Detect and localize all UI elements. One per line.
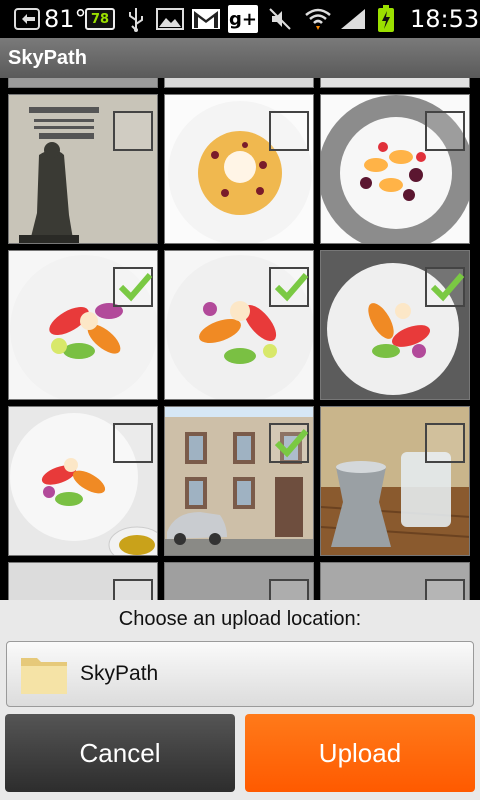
status-bar: 81° 78 g+ 18:53	[0, 0, 480, 38]
folder-icon	[19, 652, 69, 700]
select-checkbox[interactable]	[113, 423, 153, 463]
photo-tile-salad[interactable]	[164, 250, 314, 400]
photo-tile-salad[interactable]	[8, 250, 158, 400]
select-checkbox[interactable]	[425, 579, 465, 600]
google-plus-icon: g+	[228, 0, 258, 38]
upload-location-label: SkyPath	[80, 662, 159, 685]
cancel-button[interactable]: Cancel	[5, 714, 235, 792]
mute-icon	[268, 0, 292, 38]
photo-tile-partial[interactable]	[8, 562, 158, 600]
select-checkbox[interactable]	[113, 579, 153, 600]
title-bar: SkyPath	[0, 38, 480, 79]
select-checkbox[interactable]	[113, 111, 153, 151]
select-checkbox[interactable]	[269, 111, 309, 151]
select-checkbox-checked[interactable]	[269, 423, 309, 463]
clock-text: 18:53	[410, 5, 480, 33]
select-checkbox-checked[interactable]	[425, 267, 465, 307]
photo-tile-salad-oil[interactable]	[8, 406, 158, 556]
select-checkbox[interactable]	[269, 579, 309, 600]
signal-icon	[339, 0, 367, 38]
photo-tile-partial[interactable]	[8, 78, 158, 88]
select-checkbox-checked[interactable]	[113, 267, 153, 307]
battery-badge-text: 78	[90, 11, 110, 27]
upload-button[interactable]: Upload	[245, 714, 475, 792]
notification-icon	[14, 0, 40, 38]
select-checkbox[interactable]	[425, 111, 465, 151]
photo-tile-salad[interactable]	[320, 250, 470, 400]
gallery-icon	[156, 0, 184, 38]
upload-location-prompt: Choose an upload location:	[118, 608, 362, 630]
photo-tile-fruit-plate[interactable]	[320, 94, 470, 244]
photo-tile-building[interactable]	[164, 406, 314, 556]
wifi-icon	[304, 0, 332, 38]
battery-badge-icon: 78	[85, 0, 115, 38]
upload-panel: Choose an upload location: SkyPath Cance…	[0, 600, 480, 800]
temperature-text: 81°	[44, 5, 87, 33]
upload-location-selector[interactable]: SkyPath	[6, 641, 474, 707]
select-checkbox[interactable]	[425, 423, 465, 463]
gmail-icon	[191, 0, 221, 38]
photo-tile-partial[interactable]	[320, 78, 470, 88]
app-title: SkyPath	[8, 47, 87, 69]
photo-tile-partial[interactable]	[164, 562, 314, 600]
photo-tile-pitcher[interactable]	[320, 406, 470, 556]
photo-tile-statue[interactable]	[8, 94, 158, 244]
battery-charging-icon	[377, 0, 395, 38]
usb-icon	[126, 0, 146, 38]
photo-tile-partial[interactable]	[320, 562, 470, 600]
photo-grid[interactable]	[0, 78, 480, 600]
select-checkbox-checked[interactable]	[269, 267, 309, 307]
photo-tile-partial[interactable]	[164, 78, 314, 88]
photo-tile-dessert[interactable]	[164, 94, 314, 244]
